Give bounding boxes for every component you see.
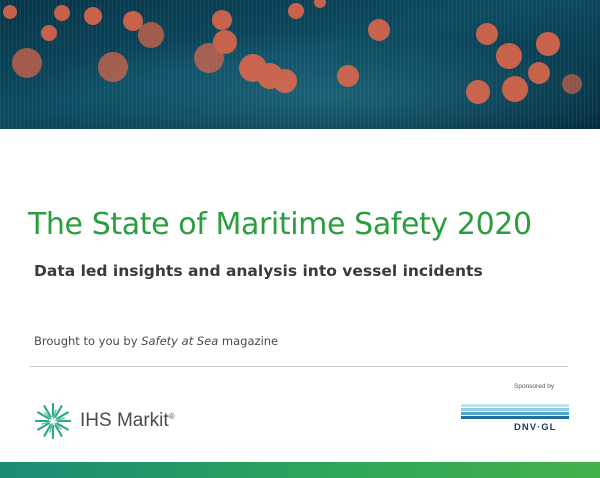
credit-line: Brought to you by Safety at Sea magazine	[34, 334, 278, 348]
report-subtitle: Data led insights and analysis into vess…	[34, 262, 483, 280]
ihs-markit-swirl-icon	[34, 402, 72, 440]
registered-mark: ®	[168, 412, 175, 421]
banner-image	[0, 0, 600, 129]
brand-name-text: IHS Markit	[80, 410, 169, 431]
report-title: The State of Maritime Safety 2020	[28, 207, 532, 242]
header-banner	[0, 0, 600, 129]
footer-bar	[0, 462, 600, 478]
brand-name: IHS Markit®	[80, 410, 175, 432]
sponsor-name: DNV·GL	[514, 422, 557, 433]
publication-name: Safety at Sea	[141, 334, 219, 348]
ihs-markit-logo: IHS Markit®	[34, 402, 175, 440]
dnv-gl-logo-bars	[461, 404, 569, 419]
divider	[30, 366, 568, 367]
credit-prefix: Brought to you by	[34, 334, 142, 348]
sponsored-label: Sponsored by	[514, 383, 555, 390]
credit-suffix: magazine	[218, 334, 279, 348]
